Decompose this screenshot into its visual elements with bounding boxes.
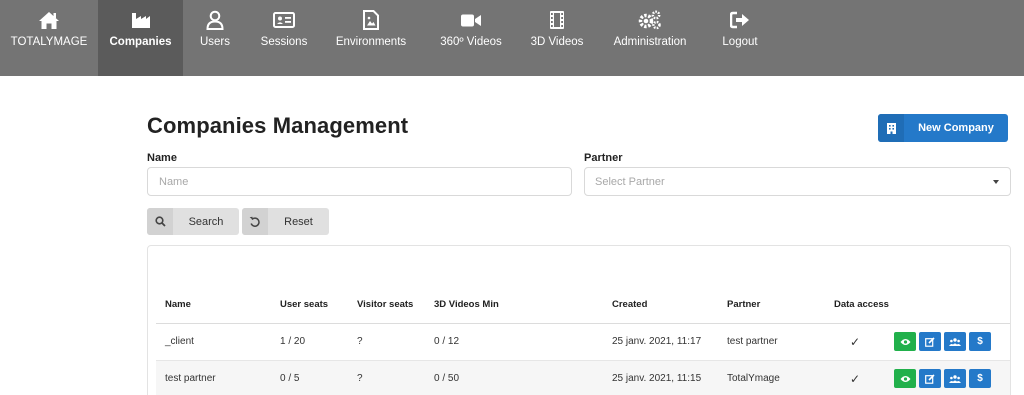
nav-item-360-videos[interactable]: 360º Videos <box>421 0 521 76</box>
nav-label: Environments <box>335 36 407 48</box>
billing-button[interactable]: $ <box>969 369 991 388</box>
edit-button[interactable] <box>919 369 941 388</box>
column-header[interactable]: 3D Videos Min <box>425 286 603 324</box>
search-button-label: Search <box>188 215 224 228</box>
nav-label: Companies <box>109 36 172 48</box>
column-header[interactable]: Visitor seats <box>348 286 425 324</box>
cell-name: test partner <box>156 360 271 395</box>
new-company-button[interactable]: New Company <box>878 114 1008 142</box>
home-icon <box>38 10 60 30</box>
nav-item-sessions[interactable]: Sessions <box>247 0 321 76</box>
factory-icon <box>131 10 151 30</box>
caret-down-icon <box>993 180 999 184</box>
companies-table-card: Name User seats Visitor seats 3D Videos … <box>147 245 1011 395</box>
users-icon <box>949 374 961 383</box>
partner-select[interactable]: Select Partner <box>584 167 1011 196</box>
building-icon <box>878 114 904 142</box>
table-row: _client 1 / 20 ? 0 / 12 25 janv. 2021, 1… <box>156 323 1010 361</box>
top-navigation: TOTALYMAGE Companies Users Sessions Envi… <box>0 0 1024 76</box>
search-icon <box>147 208 173 235</box>
column-header[interactable]: Name <box>156 286 271 324</box>
file-image-icon <box>363 10 379 30</box>
name-filter-input[interactable] <box>147 167 572 196</box>
users-icon <box>949 337 961 346</box>
nav-item-environments[interactable]: Environments <box>321 0 421 76</box>
cell-visitor-seats: ? <box>348 323 425 361</box>
column-header[interactable]: Partner <box>718 286 825 324</box>
edit-icon <box>925 373 935 384</box>
nav-item-3d-videos[interactable]: 3D Videos <box>521 0 593 76</box>
nav-item-logout[interactable]: Logout <box>707 0 773 76</box>
eye-icon <box>900 338 910 345</box>
partner-select-placeholder: Select Partner <box>595 175 665 188</box>
nav-label: Users <box>199 36 231 48</box>
column-header[interactable]: Data access <box>825 286 1010 324</box>
nav-item-companies[interactable]: Companies <box>98 0 183 76</box>
cell-actions: $ <box>885 323 1010 361</box>
cell-data-access: ✓ <box>825 323 885 361</box>
edit-icon <box>925 336 935 347</box>
page-title: Companies Management <box>147 113 409 138</box>
search-button[interactable]: Search <box>147 208 239 235</box>
cell-user-seats: 0 / 5 <box>271 360 348 395</box>
eye-icon <box>900 375 910 382</box>
id-card-icon <box>273 10 295 30</box>
nav-item-home[interactable]: TOTALYMAGE <box>0 0 98 76</box>
cell-3d-videos-min: 0 / 50 <box>425 360 603 395</box>
table-header-row: Name User seats Visitor seats 3D Videos … <box>156 286 1010 324</box>
cell-actions: $ <box>885 360 1010 395</box>
nav-label: Administration <box>613 36 687 48</box>
cell-partner: test partner <box>718 323 825 361</box>
reset-button-label: Reset <box>284 215 313 228</box>
video-camera-icon <box>460 10 482 30</box>
users-button[interactable] <box>944 332 966 351</box>
view-button[interactable] <box>894 332 916 351</box>
dollar-icon: $ <box>977 373 983 384</box>
nav-label: 360º Videos <box>440 36 502 48</box>
logout-icon <box>730 10 750 30</box>
cell-created: 25 janv. 2021, 11:15 <box>603 360 718 395</box>
name-filter-label: Name <box>147 152 177 164</box>
nav-label: Logout <box>722 36 758 48</box>
nav-item-users[interactable]: Users <box>183 0 247 76</box>
cell-created: 25 janv. 2021, 11:17 <box>603 323 718 361</box>
nav-label: 3D Videos <box>530 36 584 48</box>
nav-label: Sessions <box>260 36 308 48</box>
edit-button[interactable] <box>919 332 941 351</box>
column-header[interactable]: Created <box>603 286 718 324</box>
new-company-label: New Company <box>918 122 994 134</box>
cell-3d-videos-min: 0 / 12 <box>425 323 603 361</box>
billing-button[interactable]: $ <box>969 332 991 351</box>
cell-name: _client <box>156 323 271 361</box>
gears-icon <box>638 10 662 30</box>
users-button[interactable] <box>944 369 966 388</box>
film-icon <box>549 10 565 30</box>
nav-label: TOTALYMAGE <box>10 36 88 48</box>
cell-user-seats: 1 / 20 <box>271 323 348 361</box>
cell-partner: TotalYmage <box>718 360 825 395</box>
table-row: test partner 0 / 5 ? 0 / 50 25 janv. 202… <box>156 360 1010 395</box>
user-icon <box>206 10 224 30</box>
cell-visitor-seats: ? <box>348 360 425 395</box>
column-header[interactable]: User seats <box>271 286 348 324</box>
cell-data-access: ✓ <box>825 360 885 395</box>
view-button[interactable] <box>894 369 916 388</box>
nav-item-administration[interactable]: Administration <box>593 0 707 76</box>
reset-button[interactable]: Reset <box>242 208 329 235</box>
companies-table: Name User seats Visitor seats 3D Videos … <box>156 286 1010 395</box>
dollar-icon: $ <box>977 336 983 347</box>
undo-icon <box>242 208 268 235</box>
partner-filter-label: Partner <box>584 152 623 164</box>
